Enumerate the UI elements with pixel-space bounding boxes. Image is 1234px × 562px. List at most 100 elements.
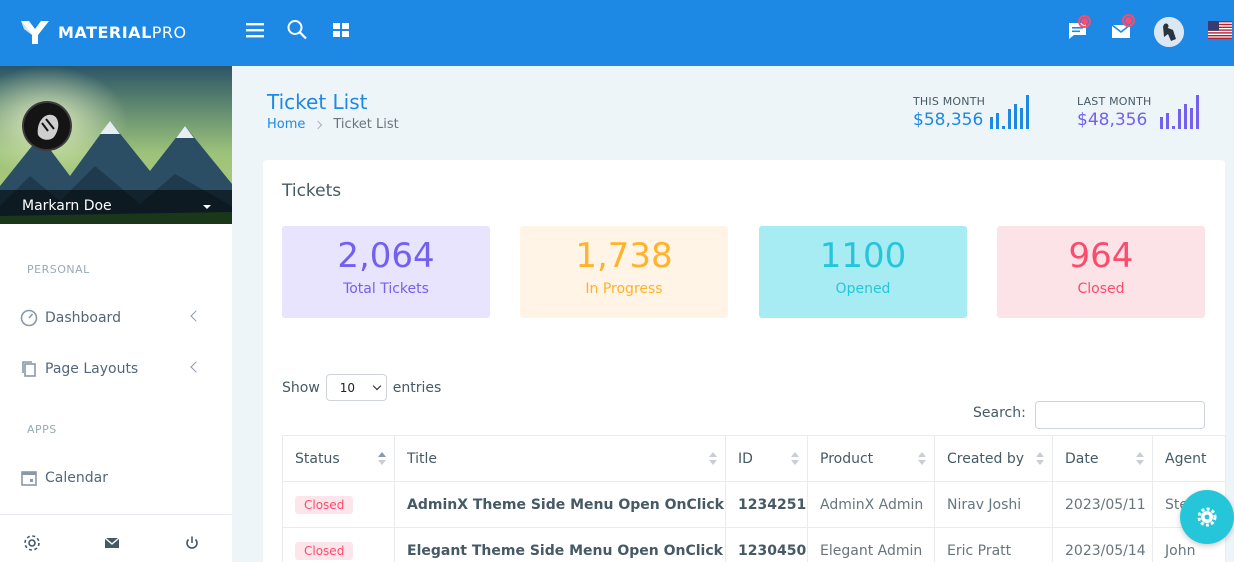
show-label: Show <box>282 379 320 396</box>
last-month-sparkline <box>1160 95 1199 129</box>
id-cell: 1234251 <box>725 481 808 528</box>
page-title: Ticket List <box>267 90 368 114</box>
column-header-status[interactable]: Status <box>282 435 395 482</box>
column-header-product[interactable]: Product <box>807 435 935 482</box>
column-header-label: Status <box>295 450 340 467</box>
mail-icon[interactable] <box>103 534 121 552</box>
entries-select[interactable]: 10 <box>325 374 387 401</box>
profile-name: Markarn Doe <box>22 198 112 214</box>
sort-icon <box>791 452 799 466</box>
nav-caption-apps: APPS <box>27 423 57 436</box>
avatar-figure-icon <box>1154 17 1184 47</box>
settings-gear-icon <box>1197 507 1217 527</box>
stat-caption: THIS MONTH <box>913 95 986 108</box>
brand-name: MATERIALPRO <box>58 22 187 42</box>
total-tickets-label: Total Tickets <box>343 281 429 297</box>
sort-icon <box>709 452 717 466</box>
title-cell: Elegant Theme Side Menu Open OnClick <box>394 527 726 562</box>
column-header-label: Title <box>407 450 438 467</box>
column-header-date[interactable]: Date <box>1052 435 1153 482</box>
message-notify-dot <box>1081 18 1088 25</box>
sidebar-item-dashboard[interactable]: Dashboard <box>20 305 210 331</box>
power-icon[interactable] <box>183 534 201 552</box>
status-cell: Closed <box>282 527 395 562</box>
copy-icon <box>22 361 36 377</box>
apps-grid-icon[interactable] <box>330 19 352 41</box>
column-header-id[interactable]: ID <box>725 435 808 482</box>
opened-value: 1100 <box>819 236 907 276</box>
breadcrumb-home-link[interactable]: Home <box>267 117 305 132</box>
search-icon[interactable] <box>286 19 308 41</box>
card-title: Tickets <box>282 181 342 201</box>
closed-value: 964 <box>1068 236 1134 276</box>
calendar-icon <box>21 471 37 486</box>
column-header-label: Product <box>820 450 874 467</box>
column-header-label: Created by <box>947 450 1025 467</box>
sidebar-item-label: Dashboard <box>45 310 121 326</box>
column-header-created-by[interactable]: Created by <box>934 435 1053 482</box>
entries-label: entries <box>392 379 442 396</box>
table-header-row: Status Title ID Product Created by Date … <box>282 435 1226 482</box>
breadcrumb-chevron-icon <box>314 120 323 129</box>
status-badge: Closed <box>295 541 354 560</box>
profile-panel: Markarn Doe <box>0 66 232 224</box>
us-flag-icon[interactable] <box>1208 21 1232 39</box>
in-progress-label: In Progress <box>585 281 663 297</box>
settings-fab-button[interactable] <box>1180 490 1234 544</box>
tickets-table: Status Title ID Product Created by Date … <box>282 435 1226 562</box>
id-cell: 1230450 <box>725 527 808 562</box>
opened-box: 1100 Opened <box>759 226 967 318</box>
breadcrumb-current: Ticket List <box>333 117 399 132</box>
user-avatar[interactable] <box>1154 17 1184 47</box>
sidebar-item-label: Page Layouts <box>45 361 139 377</box>
status-cell: Closed <box>282 481 395 528</box>
total-tickets-value: 2,064 <box>337 236 435 276</box>
table-row[interactable]: Closed Elegant Theme Side Menu Open OnCl… <box>282 527 1226 562</box>
brand[interactable]: MATERIALPRO <box>20 18 187 46</box>
closed-box: 964 Closed <box>997 226 1205 318</box>
in-progress-box: 1,738 In Progress <box>520 226 728 318</box>
sidebar-item-calendar[interactable]: Calendar <box>20 465 210 491</box>
entries-control: Show 10 entries <box>282 374 441 401</box>
stat-amount: $48,356 <box>1077 110 1148 130</box>
sidebar-item-page-layouts[interactable]: Page Layouts <box>20 356 210 382</box>
sidebar-footer <box>0 514 232 562</box>
breadcrumb: Home Ticket List <box>267 117 399 132</box>
menu-toggle-icon[interactable] <box>244 19 266 41</box>
profile-name-bar[interactable]: Markarn Doe <box>0 190 232 224</box>
stat-caption: LAST MONTH <box>1077 95 1152 108</box>
search-label: Search: <box>973 405 1026 421</box>
created-by-cell: Nirav Joshi <box>934 481 1053 528</box>
chevron-down-icon <box>372 381 382 391</box>
search-input[interactable] <box>1035 401 1205 429</box>
sort-icon <box>378 452 386 466</box>
column-header-agent[interactable]: Agent <box>1152 435 1226 482</box>
sort-icon <box>1036 452 1044 466</box>
column-header-label: Date <box>1065 450 1099 467</box>
brand-logo-icon <box>21 21 49 44</box>
this-month-sparkline <box>990 95 1029 129</box>
profile-photo[interactable] <box>22 101 72 151</box>
date-cell: 2023/05/14 <box>1052 527 1153 562</box>
profile-photo-art-icon <box>24 103 70 149</box>
stat-this-month: THIS MONTH $58,356 <box>913 95 985 130</box>
in-progress-value: 1,738 <box>575 236 673 276</box>
opened-label: Opened <box>835 281 891 297</box>
table-row[interactable]: Closed AdminX Theme Side Menu Open OnCli… <box>282 481 1226 528</box>
column-header-label: Agent <box>1165 450 1207 467</box>
column-header-title[interactable]: Title <box>394 435 726 482</box>
stat-amount: $58,356 <box>913 110 984 130</box>
created-by-cell: Eric Pratt <box>934 527 1053 562</box>
email-notify-dot <box>1125 17 1132 24</box>
sidebar: Markarn Doe PERSONAL Dashboard Page Layo… <box>0 66 232 562</box>
settings-gear-icon[interactable] <box>23 534 41 552</box>
title-cell: AdminX Theme Side Menu Open OnClick <box>394 481 726 528</box>
nav-caption-personal: PERSONAL <box>27 263 90 276</box>
chevron-left-icon <box>190 361 202 373</box>
column-header-label: ID <box>738 450 753 467</box>
chevron-left-icon <box>190 310 202 322</box>
product-cell: AdminX Admin <box>807 481 935 528</box>
top-navbar: MATERIALPRO <box>0 0 1234 66</box>
sidebar-item-label: Calendar <box>45 470 108 486</box>
caret-down-icon <box>203 205 211 209</box>
